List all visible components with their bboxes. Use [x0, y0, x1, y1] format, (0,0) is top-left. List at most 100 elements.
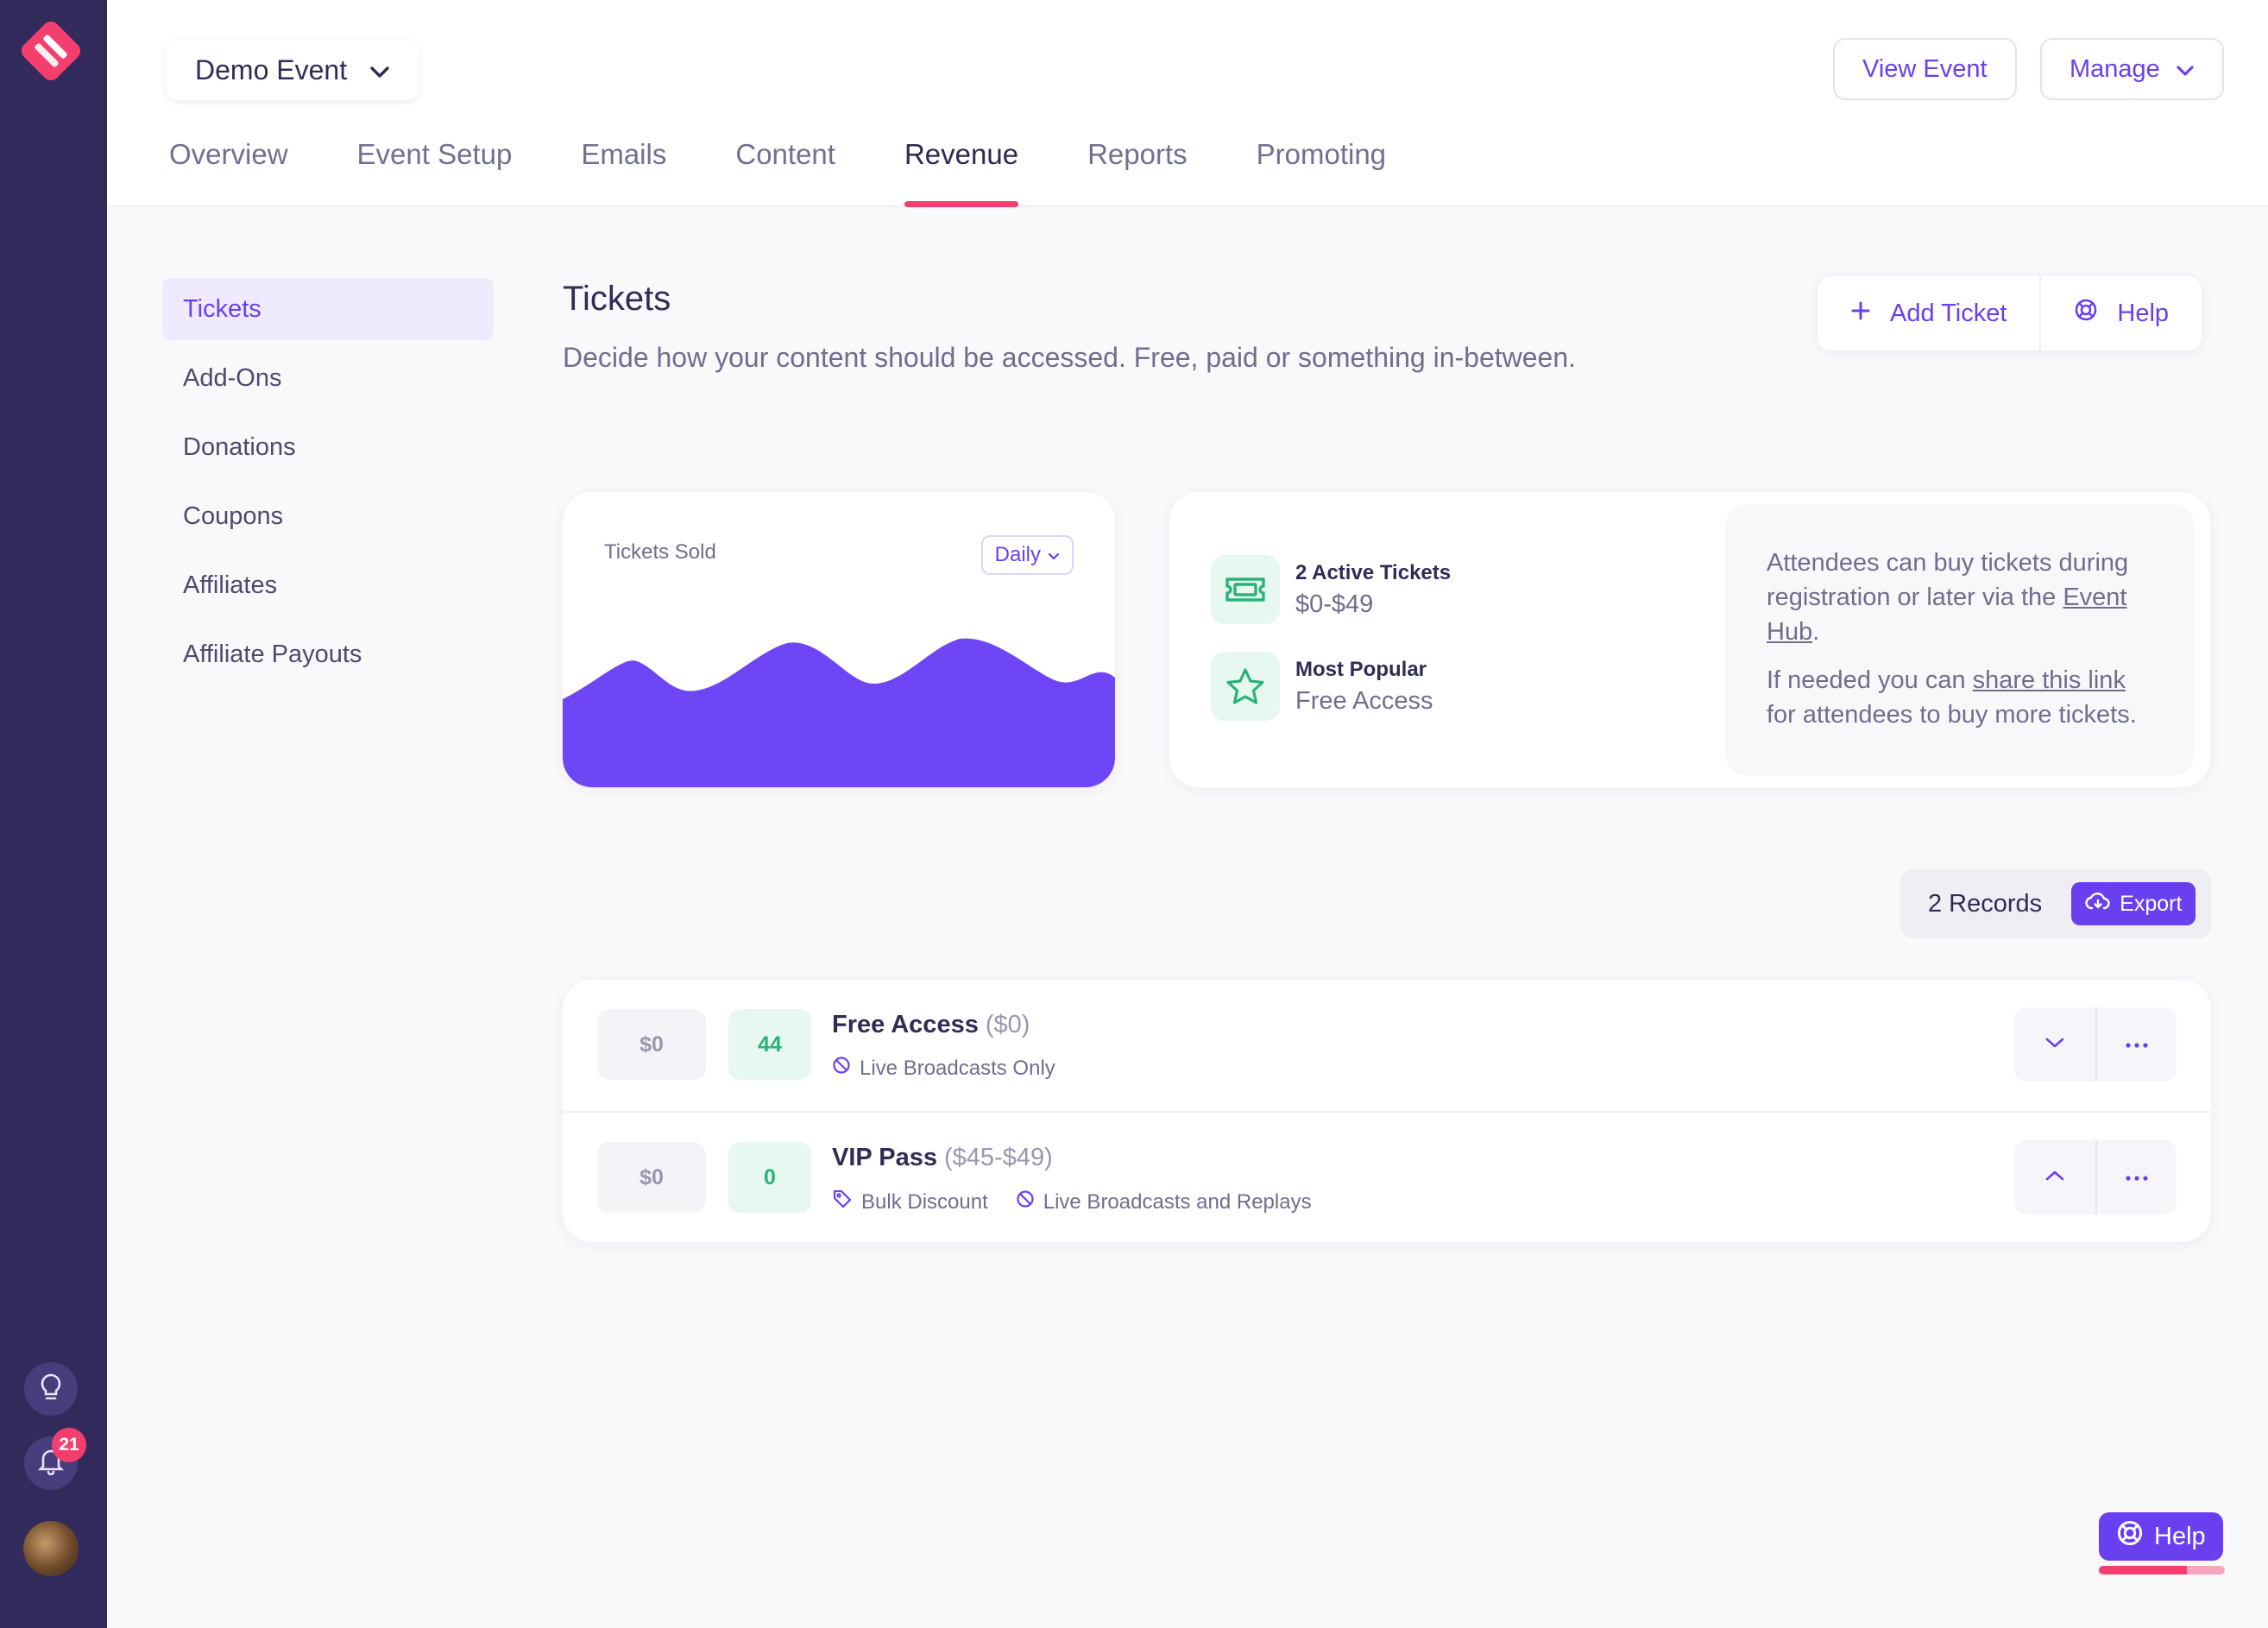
tab-revenue[interactable]: Revenue [904, 138, 1019, 207]
tag-icon [832, 1189, 853, 1215]
ticket-title: VIP Pass ($45-$49) [832, 1144, 1053, 1172]
add-ticket-label: Add Ticket [1890, 299, 2007, 327]
chevron-down-icon [369, 54, 390, 86]
row-menu-button[interactable] [2095, 1007, 2177, 1082]
export-label: Export [2120, 891, 2183, 916]
info-text: for attendees to buy more tickets. [1767, 701, 2137, 729]
most-popular-stat: Most Popular Free Access [1211, 652, 1433, 721]
lifebuoy-icon [2074, 298, 2098, 329]
share-link[interactable]: share this link [1973, 666, 2126, 694]
active-tickets-stat: 2 Active Tickets $0-$49 [1211, 555, 1451, 624]
ticket-tags: Bulk Discount Live Broadcasts and Replay… [832, 1189, 1312, 1215]
help-button[interactable]: Help [2039, 276, 2202, 350]
floating-help-label: Help [2154, 1522, 2206, 1550]
app-logo[interactable] [16, 16, 86, 86]
active-tickets-label: 2 Active Tickets [1295, 560, 1452, 584]
help-label: Help [2117, 299, 2170, 327]
ticket-sold-count: 0 [728, 1142, 811, 1213]
event-selector[interactable]: Demo Event [166, 40, 420, 100]
subnav-item-affiliate-payouts[interactable]: Affiliate Payouts [162, 623, 494, 685]
tab-event-setup[interactable]: Event Setup [357, 138, 513, 207]
chevron-down-icon [1048, 543, 1060, 567]
ticket-tag-label: Live Broadcasts and Replays [1043, 1189, 1312, 1214]
view-event-button[interactable]: View Event [1833, 38, 2017, 100]
info-paragraph-share-link: If needed you can share this link for at… [1767, 663, 2153, 732]
subnav-item-tickets[interactable]: Tickets [162, 278, 494, 340]
tab-promoting[interactable]: Promoting [1257, 138, 1386, 207]
cloud-download-icon [2085, 891, 2111, 918]
add-ticket-button[interactable]: Add Ticket [1818, 276, 2039, 350]
subnav-item-add-ons[interactable]: Add-Ons [162, 347, 494, 409]
info-text: . [1812, 618, 1820, 646]
tickets-sold-chart-card: Tickets Sold Daily [563, 492, 1115, 787]
ellipsis-icon [2126, 1037, 2148, 1052]
page-subtitle: Decide how your content should be access… [563, 342, 1577, 373]
ticket-price-range: ($0) [985, 1011, 1030, 1038]
collapse-row-button[interactable] [2014, 1140, 2095, 1215]
tab-content[interactable]: Content [735, 138, 835, 207]
chevron-down-icon [2176, 55, 2195, 84]
subnav-item-donations[interactable]: Donations [162, 416, 494, 478]
help-progress-bar [2099, 1566, 2225, 1574]
tab-reports[interactable]: Reports [1087, 138, 1188, 207]
page-actions: Add Ticket Help [1818, 276, 2202, 350]
ticket-title: Free Access ($0) [832, 1011, 1030, 1039]
help-progress-fill [2099, 1566, 2188, 1574]
lifebuoy-icon [2116, 1519, 2144, 1554]
expand-row-button[interactable] [2014, 1007, 2095, 1082]
subnav-item-affiliates[interactable]: Affiliates [162, 554, 494, 616]
manage-button[interactable]: Manage [2040, 38, 2224, 100]
tab-emails[interactable]: Emails [581, 138, 666, 207]
chart-period-label: Daily [994, 543, 1041, 566]
tips-button[interactable] [24, 1362, 78, 1416]
ellipsis-icon [2126, 1170, 2148, 1185]
ticket-price-pill: $0 [597, 1009, 706, 1080]
export-button[interactable]: Export [2071, 882, 2196, 925]
ticket-list: $0 44 Free Access ($0) Live Broadcasts On… [563, 980, 2211, 1242]
manage-label: Manage [2070, 54, 2160, 83]
info-paragraph-event-hub: Attendees can buy tickets during registr… [1767, 546, 2153, 649]
main-tabs: Overview Event Setup Emails Content Reve… [169, 138, 1455, 207]
ticket-name: Free Access [832, 1011, 979, 1038]
chart-period-select[interactable]: Daily [980, 535, 1074, 575]
row-menu-button[interactable] [2095, 1140, 2177, 1215]
notifications-button[interactable]: 21 [24, 1428, 86, 1490]
records-count: 2 Records [1928, 889, 2043, 918]
chevron-down-icon [2044, 1037, 2065, 1053]
ticket-tag-label: Live Broadcasts Only [860, 1056, 1055, 1080]
ticket-info-panel: Attendees can buy tickets during registr… [1725, 504, 2195, 775]
subnav-item-coupons[interactable]: Coupons [162, 485, 494, 547]
ticket-row-actions [2014, 1140, 2177, 1215]
block-icon [832, 1056, 851, 1081]
table-row[interactable]: $0 0 VIP Pass ($45-$49) Bulk Discount Liv… [563, 1111, 2211, 1242]
ticket-tag: Live Broadcasts Only [832, 1056, 1055, 1081]
lightbulb-icon [38, 1372, 64, 1406]
info-text: If needed you can [1767, 666, 1973, 694]
ticket-tag-label: Bulk Discount [861, 1189, 988, 1214]
tab-overview[interactable]: Overview [169, 138, 288, 207]
user-avatar[interactable] [23, 1521, 79, 1576]
ticket-tag: Bulk Discount [832, 1189, 988, 1215]
view-event-label: View Event [1862, 54, 1988, 83]
chart-title: Tickets Sold [604, 540, 716, 564]
page-header: Demo Event View Event Manage Overview Ev… [107, 0, 2268, 207]
table-row[interactable]: $0 44 Free Access ($0) Live Broadcasts On… [563, 980, 2211, 1111]
ticket-tag: Live Broadcasts and Replays [1016, 1189, 1312, 1215]
most-popular-value: Free Access [1295, 686, 1433, 715]
ticket-price-range: ($45-$49) [944, 1144, 1053, 1171]
floating-help-button[interactable]: Help [2099, 1512, 2223, 1561]
ticket-tags: Live Broadcasts Only [832, 1056, 1055, 1081]
app-rail: 21 [0, 0, 107, 1628]
ticket-stats-card: 2 Active Tickets $0-$49 Most Popular Fre… [1169, 492, 2210, 787]
tickets-sold-area [563, 638, 1115, 787]
notification-count-badge: 21 [52, 1428, 86, 1462]
block-icon [1016, 1189, 1035, 1215]
records-bar: 2 Records Export [1900, 869, 2211, 938]
star-icon [1211, 652, 1280, 721]
revenue-subnav: Tickets Add-Ons Donations Coupons Affili… [162, 278, 494, 692]
ticket-sold-count: 44 [728, 1009, 811, 1080]
page-title: Tickets [563, 280, 671, 318]
event-selector-label: Demo Event [195, 54, 348, 85]
chevron-up-icon [2044, 1170, 2065, 1186]
ticket-price-pill: $0 [597, 1142, 706, 1213]
